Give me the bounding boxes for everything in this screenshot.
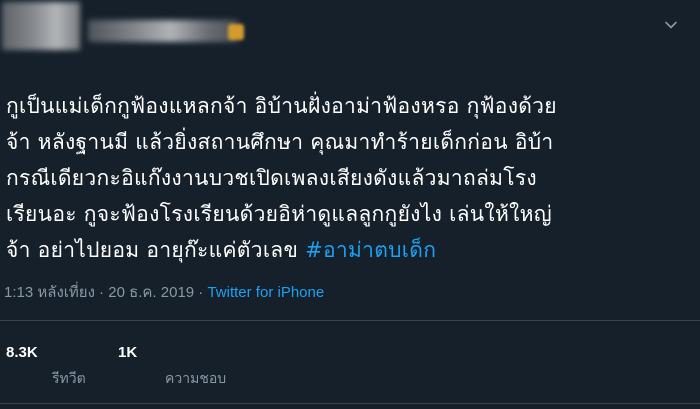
likes-label[interactable]: ความชอบ — [165, 368, 226, 390]
tweet-meta: 1:13 หลังเที่ยง · 20 ธ.ค. 2019 · Twitter… — [4, 280, 324, 304]
avatar[interactable] — [2, 2, 80, 50]
author-badge — [228, 24, 244, 40]
retweets-label[interactable]: รีทวีต — [52, 368, 86, 390]
tweet-header — [0, 0, 700, 60]
retweets-count[interactable]: 8.3K — [6, 344, 38, 361]
tweet-text: กูเป็นแม่เด็กกูฟ้องแหลกจ้า อิบ้านฝั่งอาม… — [6, 88, 696, 268]
tweet-line: เรียนอะ กูจะฟ้องโรงเรียนด้วยอิห่าดูแลลูก… — [6, 202, 553, 226]
tweet-line: จ้า อย่าไปยอม อายุก๊ะแค่ตัวเลข — [6, 238, 306, 262]
tweet-line-last: จ้า อย่าไปยอม อายุก๊ะแค่ตัวเลข #อาม่าตบเ… — [6, 232, 696, 268]
tweet-line: จ้า หลังฐานมี แล้วยิ่งสถานศึกษา คุณมาทำร… — [6, 130, 554, 154]
tweet-line: กูเป็นแม่เด็กกูฟ้องแหลกจ้า อิบ้านฝั่งอาม… — [6, 94, 557, 118]
author-name[interactable] — [88, 20, 238, 42]
tweet-menu-button[interactable] — [660, 14, 682, 36]
tweet-source-link[interactable]: Twitter for iPhone — [207, 284, 324, 301]
tweet-timestamp[interactable]: 1:13 หลังเที่ยง · 20 ธ.ค. 2019 · — [4, 284, 207, 301]
divider — [0, 403, 700, 404]
tweet-stats: 8.3K รีทวีต 1K ความชอบ — [0, 338, 700, 398]
divider — [0, 320, 700, 321]
likes-count[interactable]: 1K — [118, 344, 137, 361]
chevron-down-icon — [665, 21, 677, 29]
tweet-line: กรณีเดียวกะอิแก๊งงานบวชเปิดเพลงเสียงดังแ… — [6, 166, 537, 190]
hashtag-link[interactable]: #อาม่าตบเด็ก — [305, 238, 436, 262]
